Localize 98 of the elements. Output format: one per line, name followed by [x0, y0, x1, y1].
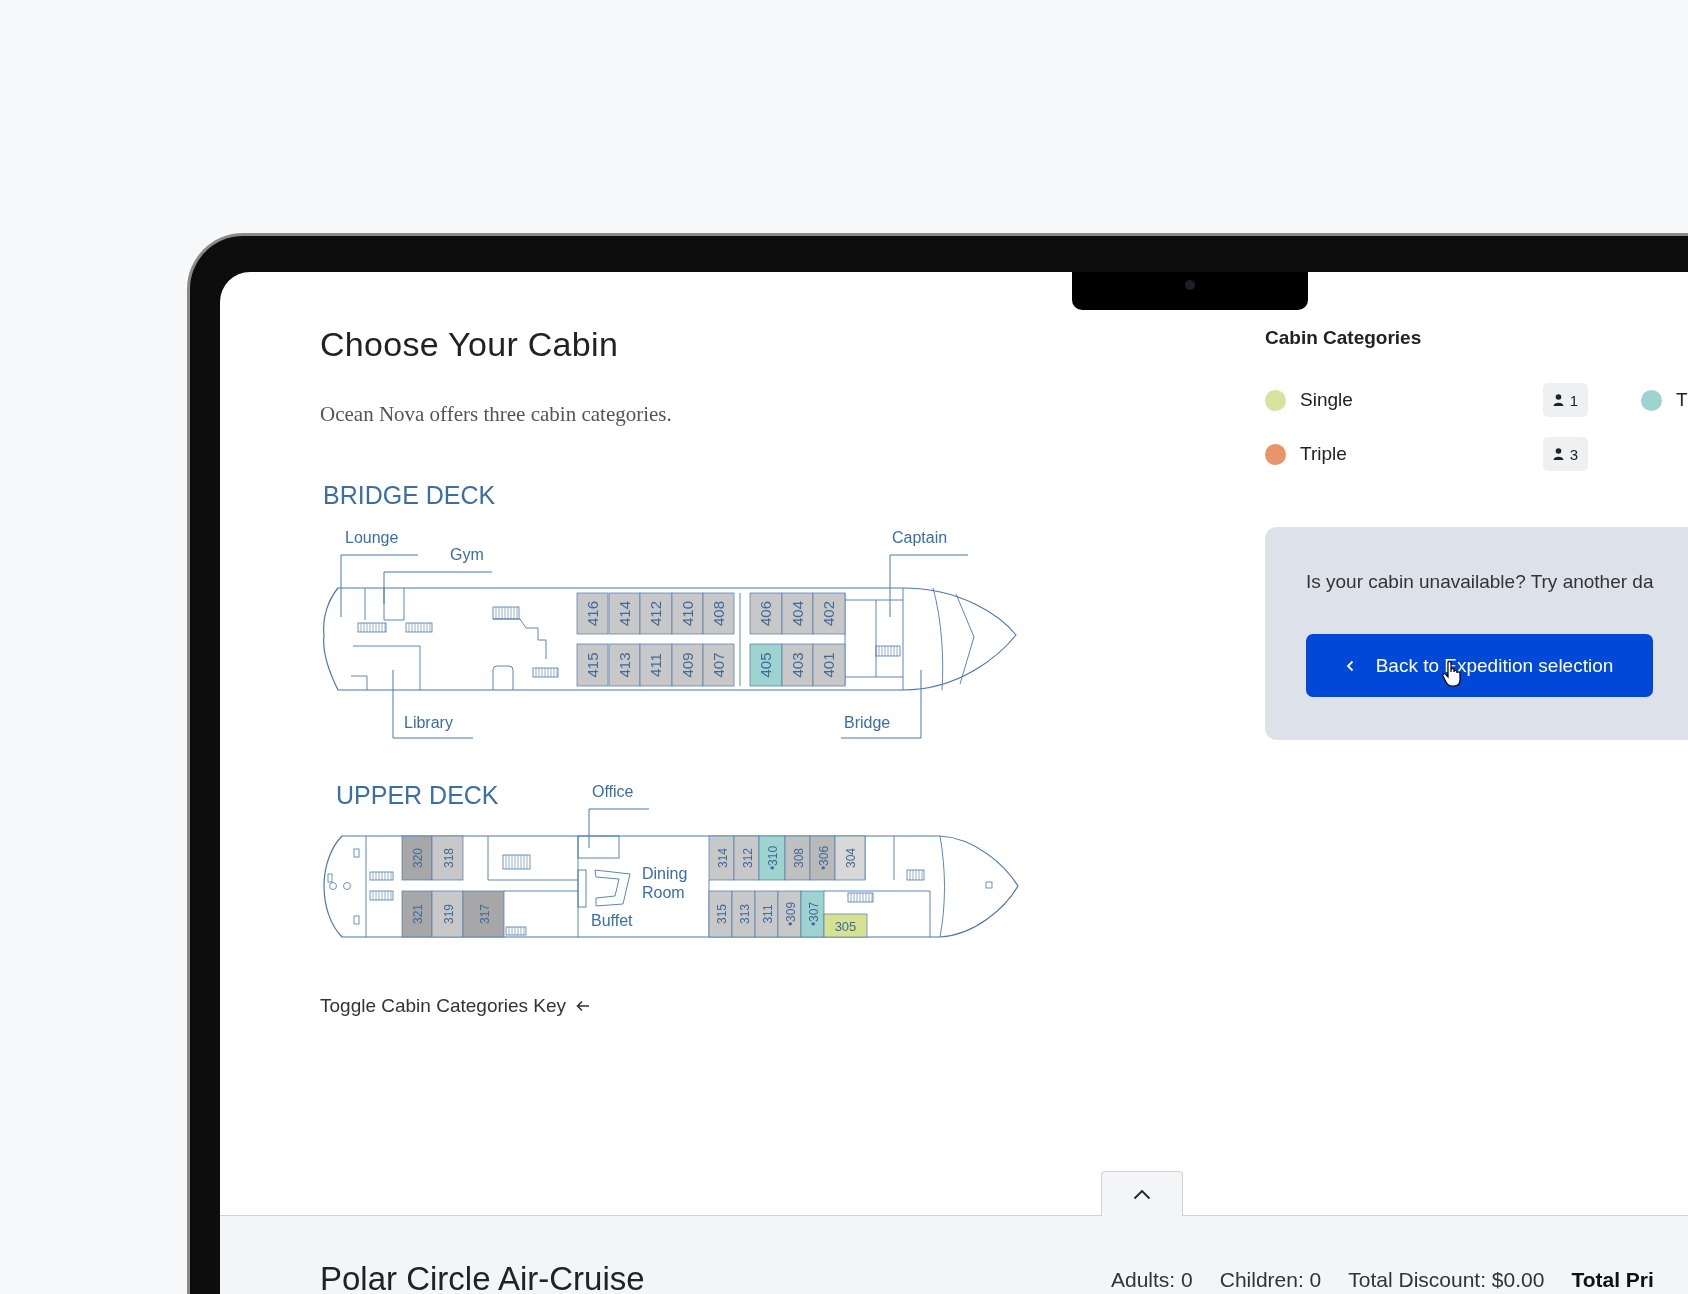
cabin-number: 305 — [834, 918, 857, 934]
cabin-number: •306 — [816, 845, 831, 871]
cabin-number: 412 — [647, 601, 664, 626]
arrow-left-icon — [576, 1000, 591, 1012]
category-label: Triple — [1300, 443, 1347, 465]
cabin-number: 407 — [709, 652, 727, 678]
room-label: Office — [592, 783, 634, 800]
room-label: Library — [404, 714, 453, 731]
cabin[interactable] — [671, 592, 704, 635]
cabin[interactable] — [608, 643, 641, 687]
cabin[interactable] — [834, 835, 866, 881]
cabin-number: 320 — [411, 848, 425, 868]
room-label: Dining Room — [642, 865, 688, 901]
cabin-number: 404 — [788, 601, 806, 626]
cabin-number: 414 — [615, 601, 633, 626]
leader-line — [588, 808, 650, 849]
cabin[interactable] — [800, 890, 825, 938]
chevron-left-icon — [1345, 659, 1354, 672]
deck-title: UPPER DECK — [336, 781, 499, 809]
cabin-number: 415 — [583, 652, 601, 678]
cabin[interactable] — [809, 835, 836, 881]
cabin[interactable] — [401, 890, 433, 938]
room-label: Lounge — [345, 529, 399, 546]
room-label: Bridge — [844, 714, 891, 731]
cabin-number: 308 — [791, 848, 806, 868]
cabin-number: 314 — [715, 848, 730, 868]
cabin-number: 403 — [788, 652, 806, 678]
cabin[interactable] — [781, 643, 814, 687]
trip-name: Polar Circle Air-Cruise — [320, 1259, 646, 1294]
occupancy-count: 3 — [1569, 445, 1579, 463]
cabin-number: 318 — [441, 848, 456, 868]
cabin[interactable] — [754, 890, 779, 938]
cabin-number: 317 — [477, 904, 492, 924]
total-price: Total Pri — [1571, 1268, 1654, 1292]
cabin[interactable] — [708, 890, 733, 938]
cabin[interactable] — [784, 835, 811, 881]
passenger-summary: Total Discount: $0.00 — [1348, 1268, 1545, 1292]
description: Ocean Nova offers three cabin categories. — [320, 401, 672, 428]
section-heading: Cabin Categories — [1265, 326, 1423, 350]
cabin[interactable] — [708, 835, 735, 881]
cabin-number: 411 — [647, 653, 664, 677]
category-label: T — [1676, 389, 1688, 411]
cabin[interactable] — [823, 913, 868, 938]
cabin[interactable] — [812, 643, 846, 687]
cabin-number: 402 — [820, 601, 837, 626]
cabin[interactable] — [781, 592, 814, 635]
room-label: Gym — [450, 546, 484, 563]
person-icon — [1552, 448, 1564, 460]
cabin-number: 413 — [615, 652, 633, 678]
person-icon — [1552, 394, 1564, 406]
chevron-up-icon — [1133, 1188, 1151, 1200]
deck-title: BRIDGE DECK — [323, 481, 496, 509]
cabin-number: 401 — [820, 652, 837, 678]
cabin-number: •310 — [766, 845, 780, 871]
cabin-number: 313 — [737, 904, 752, 924]
cabin-number: 410 — [678, 601, 696, 626]
cabin[interactable] — [431, 835, 464, 881]
category-label: Single — [1300, 389, 1353, 411]
camera-lens — [1185, 280, 1195, 290]
cabin-number: 315 — [714, 904, 729, 924]
cabin-number: 304 — [844, 848, 858, 868]
cabin-number: 409 — [678, 652, 696, 678]
cabin[interactable] — [608, 592, 641, 635]
cabin[interactable] — [576, 643, 609, 687]
cabin[interactable] — [749, 592, 783, 635]
cabin[interactable] — [702, 643, 735, 687]
cabin[interactable] — [431, 890, 464, 938]
toggle-key-link[interactable]: Toggle Cabin Categories Key — [320, 994, 591, 1018]
availability-text: Is your cabin unavailable? Try another da — [1306, 570, 1655, 594]
cabin[interactable] — [401, 835, 433, 881]
room-label: Captain — [892, 529, 948, 546]
cabin-number: 416 — [583, 601, 601, 626]
cabin-number: •307 — [806, 901, 821, 927]
passenger-summary: Children: 0 — [1219, 1268, 1322, 1292]
cabin-number: •309 — [783, 901, 798, 927]
cabin[interactable] — [812, 592, 846, 635]
cabin-number: 405 — [757, 652, 774, 678]
passenger-summary: Adults: 0 — [1111, 1268, 1193, 1292]
cabin[interactable] — [576, 592, 609, 635]
cabin[interactable] — [733, 835, 760, 881]
cabin[interactable] — [639, 592, 673, 635]
cabin-number: 312 — [740, 848, 755, 868]
cabin-number: 311 — [760, 904, 775, 924]
cabin-number: 319 — [441, 904, 456, 924]
cabin[interactable] — [777, 890, 802, 938]
cabin-number: 408 — [709, 601, 727, 626]
cabin-number: 321 — [411, 904, 425, 924]
room-label: Buffet — [591, 912, 633, 929]
cabin[interactable] — [758, 835, 786, 881]
cabin[interactable] — [462, 890, 505, 938]
cabin[interactable] — [731, 890, 756, 938]
cabin[interactable] — [639, 643, 673, 687]
cabin[interactable] — [749, 643, 783, 687]
cabin-number: 406 — [757, 601, 774, 626]
occupancy-count: 1 — [1569, 391, 1579, 409]
cabin[interactable] — [671, 643, 704, 687]
cabin[interactable] — [702, 592, 735, 635]
page-title: Choose Your Cabin — [320, 324, 619, 364]
